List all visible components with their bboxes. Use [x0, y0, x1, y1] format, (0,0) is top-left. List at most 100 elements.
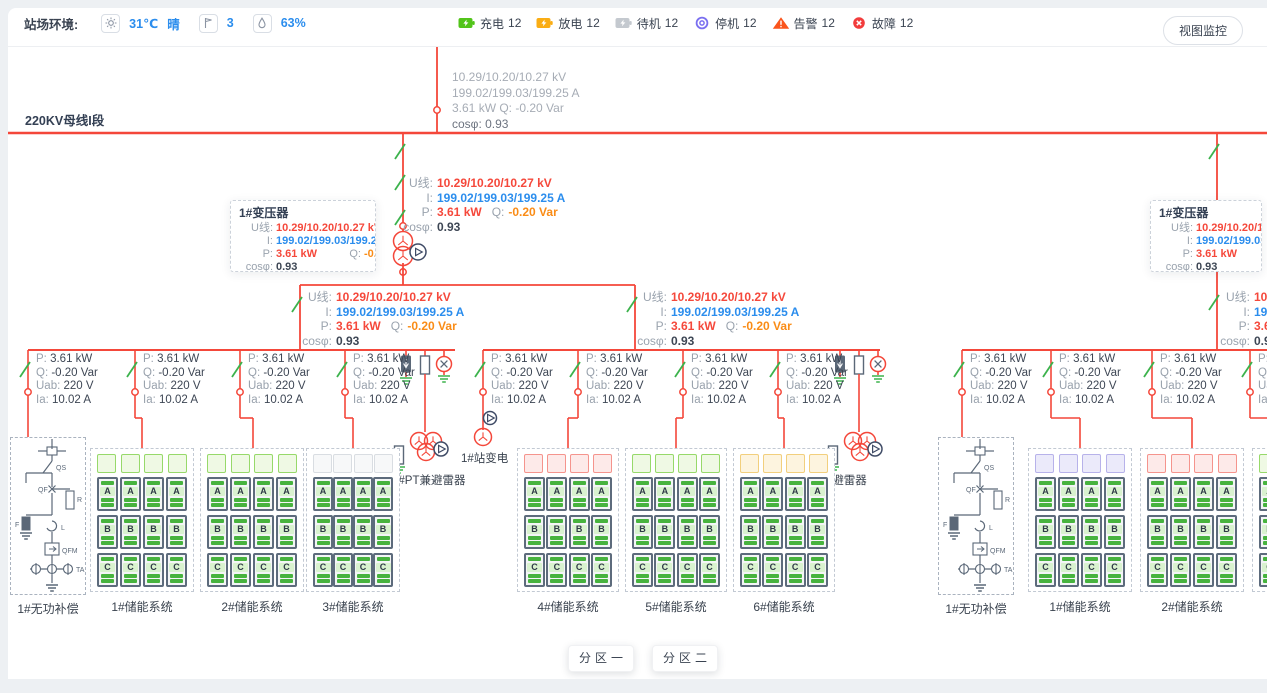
- pcs-status-cell: [144, 454, 163, 473]
- soc-bar: [147, 519, 160, 523]
- rack-letter: B: [1196, 525, 1211, 535]
- battery-rack: C: [120, 553, 141, 587]
- rack-row-C: CCCC: [1147, 553, 1237, 587]
- soc-bar: [257, 481, 270, 485]
- rack-letter: C: [765, 563, 780, 573]
- soc-bar: [1220, 519, 1233, 523]
- soc-bar: [658, 579, 671, 583]
- legend-item-4[interactable]: 停机12: [693, 15, 756, 32]
- soc-bar: [124, 574, 137, 578]
- storage-system-box-3[interactable]: AAAABBBBCCCC: [306, 448, 400, 592]
- footer-strip: [0, 679, 1267, 693]
- reactive-compensation-left[interactable]: [10, 437, 86, 595]
- weather-icon: [101, 14, 120, 33]
- soc-bar: [1062, 579, 1075, 583]
- zone-1-button[interactable]: 分区一: [568, 645, 634, 672]
- storage-system-box-6[interactable]: AAAABBBBCCCC: [733, 448, 835, 592]
- soc-bar: [234, 536, 247, 540]
- storage-system-box-4[interactable]: AAAABBBBCCCC: [517, 448, 619, 592]
- battery-status-icon: [615, 16, 633, 30]
- soc-bar: [681, 541, 694, 545]
- battery-rack: A: [807, 477, 828, 511]
- rack-letter: C: [1262, 563, 1267, 573]
- soc-bar: [1151, 519, 1164, 523]
- soc-bar: [1108, 498, 1121, 502]
- rack-row-B: BBBB: [740, 515, 828, 549]
- zone-2-button[interactable]: 分区二: [652, 645, 718, 672]
- soc-bar: [1108, 541, 1121, 545]
- soc-bar: [573, 519, 586, 523]
- pcs-status-row: [313, 454, 393, 473]
- rack-row-C: CCCC: [313, 553, 393, 587]
- soc-bar: [1062, 481, 1075, 485]
- legend-item-5[interactable]: 告警12: [772, 15, 835, 32]
- soc-bar: [789, 519, 802, 523]
- rack-letter: A: [1196, 487, 1211, 497]
- battery-rack: B: [253, 515, 274, 549]
- soc-bar: [766, 481, 779, 485]
- storage-system-box-1[interactable]: AAAABBBBCCCC: [90, 448, 194, 592]
- soc-bar: [337, 541, 350, 545]
- rack-letter: A: [233, 487, 248, 497]
- soc-bar: [170, 574, 183, 578]
- battery-rack: A: [1193, 477, 1214, 511]
- view-monitor-button[interactable]: 视图监控: [1163, 16, 1243, 45]
- storage-system-box-5[interactable]: AAAABBBBCCCC: [625, 448, 727, 592]
- reactive-compensation-right[interactable]: [938, 437, 1014, 595]
- legend-item-3[interactable]: 待机12: [615, 15, 678, 32]
- storage-system-box-7[interactable]: AAAABBBBCCCC: [1028, 448, 1132, 592]
- soc-bar: [573, 574, 586, 578]
- storage-system-box-2[interactable]: AAAABBBBCCCC: [200, 448, 304, 592]
- battery-rack: C: [333, 553, 353, 587]
- soc-bar: [744, 536, 757, 540]
- soc-bar: [234, 519, 247, 523]
- pcs-status-cell: [524, 454, 543, 473]
- soc-bar: [1062, 541, 1075, 545]
- soc-bar: [357, 503, 370, 507]
- soc-bar: [1151, 503, 1164, 507]
- battery-rack: A: [1058, 477, 1079, 511]
- battery-rack: B: [654, 515, 675, 549]
- battery-rack: C: [677, 553, 698, 587]
- soc-bar: [1174, 579, 1187, 583]
- battery-rack: C: [230, 553, 251, 587]
- pcs-status-cell: [207, 454, 226, 473]
- soc-bar: [528, 557, 541, 561]
- pcs-status-cell: [740, 454, 759, 473]
- battery-rack: A: [740, 477, 761, 511]
- battery-rack: A: [591, 477, 612, 511]
- soc-bar: [528, 519, 541, 523]
- soc-bar: [703, 503, 716, 507]
- legend-item-1[interactable]: 充电12: [458, 15, 521, 32]
- storage-system-box-8[interactable]: AAAABBBBCCCC: [1140, 448, 1244, 592]
- rack-letter: C: [210, 563, 225, 573]
- soc-bar: [1039, 557, 1052, 561]
- soc-bar: [550, 579, 563, 583]
- soc-bar: [257, 557, 270, 561]
- soc-bar: [280, 557, 293, 561]
- soc-bar: [658, 541, 671, 545]
- soc-bar: [595, 536, 608, 540]
- storage-system-box-9[interactable]: AAAABBBBCCCC: [1252, 448, 1267, 592]
- pcs-status-cell: [1259, 454, 1267, 473]
- soc-bar: [1085, 498, 1098, 502]
- battery-rack: A: [353, 477, 373, 511]
- legend-count: 12: [822, 16, 835, 30]
- soc-bar: [280, 498, 293, 502]
- legend-item-6[interactable]: 故障12: [850, 15, 913, 32]
- rack-letter: A: [336, 487, 351, 497]
- soc-bar: [211, 481, 224, 485]
- soc-bar: [766, 519, 779, 523]
- legend-item-2[interactable]: 放电12: [536, 15, 599, 32]
- battery-rack: A: [654, 477, 675, 511]
- battery-rack: B: [276, 515, 297, 549]
- soc-bar: [280, 574, 293, 578]
- rack-letter: B: [256, 525, 271, 535]
- pcs-status-cell: [1218, 454, 1237, 473]
- battery-rack: A: [785, 477, 806, 511]
- battery-rack: C: [569, 553, 590, 587]
- soc-bar: [1174, 498, 1187, 502]
- soc-bar: [658, 574, 671, 578]
- pcs-status-cell: [655, 454, 674, 473]
- rack-letter: B: [657, 525, 672, 535]
